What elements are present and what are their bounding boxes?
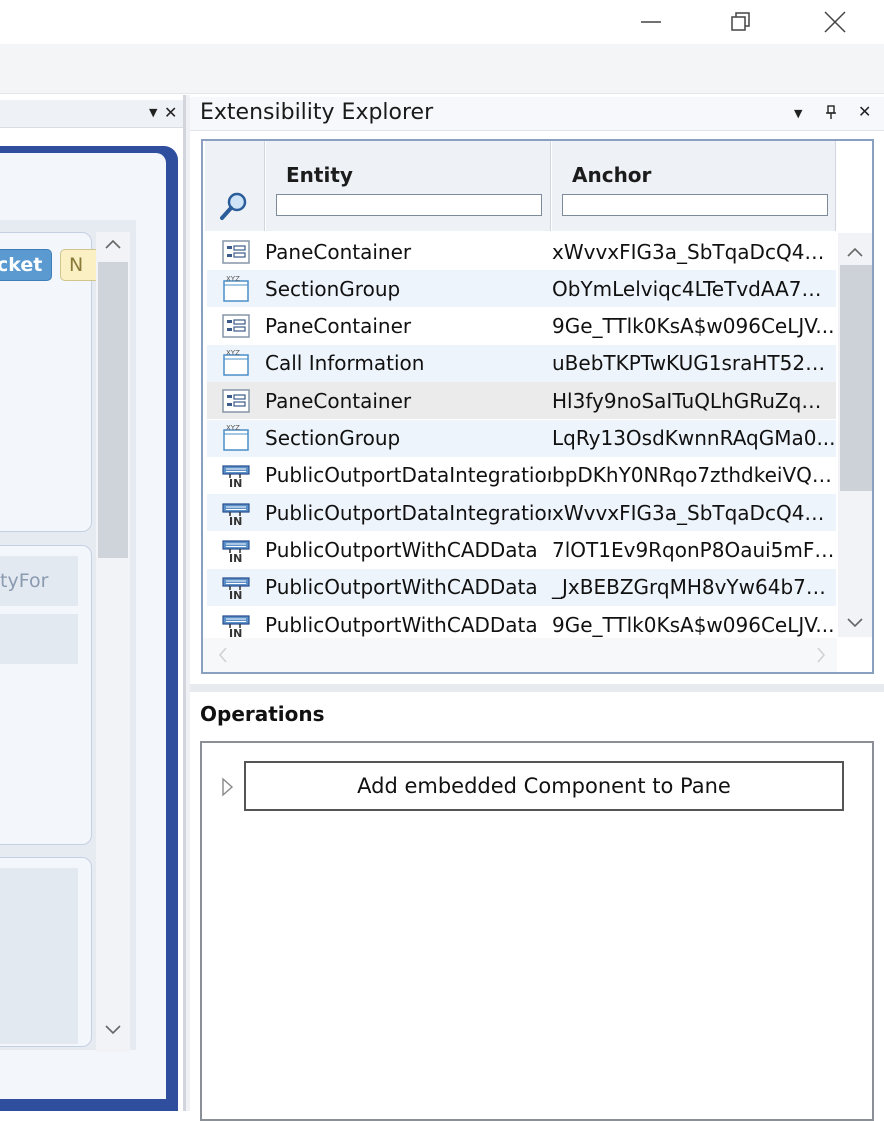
expand-arrow-icon[interactable]	[220, 777, 234, 801]
anchor-column-label: Anchor	[572, 163, 652, 187]
minimize-icon	[641, 21, 661, 23]
entity-column-header[interactable]: Entity	[266, 141, 551, 231]
anchor-cell: LqRy13OsdKwnnRAqGMa0...	[552, 426, 836, 450]
anchor-cell: xWvvxFIG3a_SbTqaDcQ4R(...	[552, 239, 836, 264]
table-row[interactable]: XYZ Call Information uBebTKPTwKUG1sraHT52H…	[207, 344, 836, 382]
grid-scroll-up-icon[interactable]	[846, 244, 864, 263]
pane-container-icon	[207, 308, 265, 345]
entity-cell: SectionGroup	[265, 276, 401, 301]
designer-scroll-up-icon[interactable]	[104, 236, 122, 255]
table-row[interactable]: IN PublicOutportDataIntegration xWvvxFIG3a…	[207, 494, 836, 532]
grid-search-header	[205, 141, 265, 231]
entity-filter-input[interactable]	[276, 194, 542, 216]
svg-text:XYZ: XYZ	[226, 349, 240, 357]
svg-text:IN: IN	[229, 589, 242, 602]
designer-scrollbar-thumb[interactable]	[98, 262, 128, 558]
svg-text:IN: IN	[229, 515, 242, 528]
anchor-cell: 7lOT1Ev9RqonP8Oaui5mF\...	[552, 537, 836, 562]
anchor-cell: _JxBEBZGrqMH8vYw64b7n...	[552, 575, 836, 600]
section-group-icon: XYZ	[207, 345, 265, 382]
entity-cell: SectionGroup	[265, 426, 401, 450]
add-embedded-component-button[interactable]: Add embedded Component to Pane	[244, 761, 844, 811]
table-row[interactable]: IN PublicOutportWithCADData _JxBEBZGrqMH8v…	[207, 568, 836, 606]
outport-icon: IN	[207, 531, 265, 568]
entity-cell: PaneContainer	[265, 388, 412, 413]
table-row[interactable]: XYZ SectionGroup ObYmLelviqc4LTeTvdAA7W...	[207, 270, 836, 308]
section-group-icon: XYZ	[207, 420, 265, 457]
anchor-cell: xWvvxFIG3a_SbTqaDcQ4R(...	[552, 500, 836, 525]
n-button[interactable]: N	[60, 249, 100, 281]
svg-text:IN: IN	[229, 477, 242, 490]
explorer-title: Extensibility Explorer	[200, 100, 434, 125]
grid-horizontal-scrollbar[interactable]	[203, 638, 837, 672]
operations-title: Operations	[200, 702, 325, 726]
entity-column-label: Entity	[286, 163, 353, 187]
table-row[interactable]: PaneContainer xWvvxFIG3a_SbTqaDcQ4R(...	[207, 233, 836, 270]
pane-splitter-highlight	[186, 95, 190, 1111]
table-row[interactable]: XYZ SectionGroup LqRy13OsdKwnnRAqGMa0...	[207, 419, 836, 457]
outport-icon: IN	[207, 494, 265, 531]
grid-vertical-scrollbar-thumb[interactable]	[840, 265, 872, 491]
entity-cell: PublicOutportWithCADData	[265, 612, 538, 637]
form-field[interactable]: tyFor	[0, 556, 78, 606]
anchor-cell: bpDKhY0NRqo7zthdkeiVQ(...	[552, 463, 836, 488]
table-row[interactable]: IN PublicOutportDataIntegration bpDKhY0NRq…	[207, 456, 836, 494]
table-row[interactable]: PaneContainer Hl3fy9noSaITuQLhGRuZqW...	[207, 382, 836, 420]
svg-text:XYZ: XYZ	[226, 424, 240, 432]
operations-splitter[interactable]	[190, 684, 884, 692]
ticket-button[interactable]: cket	[0, 249, 52, 281]
designer-pane-close-icon[interactable]: ✕	[164, 103, 177, 122]
outport-icon: IN	[207, 457, 265, 494]
minimize-button[interactable]	[628, 0, 674, 44]
section-group-icon: XYZ	[207, 270, 265, 307]
entity-cell: PaneContainer	[265, 239, 412, 264]
grid-scroll-left-icon[interactable]	[216, 646, 230, 668]
entity-cell: Call Information	[265, 351, 425, 376]
svg-text:IN: IN	[229, 552, 242, 565]
explorer-pin-icon[interactable]	[825, 104, 837, 124]
anchor-cell: uBebTKPTwKUG1sraHT52H...	[552, 351, 836, 376]
designer-pane-dropdown-icon[interactable]: ▼	[149, 106, 157, 119]
outport-icon: IN	[207, 569, 265, 606]
form-field-2[interactable]	[0, 614, 78, 664]
search-icon[interactable]	[219, 191, 249, 221]
close-window-button[interactable]	[812, 0, 858, 44]
table-row[interactable]: PaneContainer 9Ge_TTlk0KsA$w096CeLJV...	[207, 307, 836, 345]
table-row[interactable]: IN PublicOutportWithCADData 7lOT1Ev9RqonP8…	[207, 531, 836, 569]
anchor-cell: 9Ge_TTlk0KsA$w096CeLJV...	[552, 612, 835, 637]
entity-cell: PublicOutportDataIntegration	[265, 500, 551, 525]
anchor-column-header[interactable]: Anchor	[552, 141, 836, 231]
explorer-close-icon[interactable]: ✕	[858, 102, 871, 121]
form-field-3[interactable]	[0, 868, 78, 1044]
grid-scroll-right-icon[interactable]	[814, 646, 828, 668]
anchor-filter-input[interactable]	[562, 194, 828, 216]
entity-cell: PublicOutportDataIntegration	[265, 463, 551, 488]
entity-cell: PublicOutportWithCADData	[265, 575, 538, 600]
designer-scroll-down-icon[interactable]	[104, 1022, 122, 1041]
anchor-cell: 9Ge_TTlk0KsA$w096CeLJV...	[552, 314, 835, 339]
explorer-dropdown-icon[interactable]: ▼	[794, 107, 802, 120]
restore-icon	[731, 12, 750, 31]
pane-container-icon	[207, 233, 265, 270]
grid-scroll-down-icon[interactable]	[846, 615, 864, 634]
svg-text:XYZ: XYZ	[226, 275, 240, 283]
pane-container-icon	[207, 382, 265, 419]
entity-cell: PublicOutportWithCADData	[265, 537, 538, 562]
restore-button[interactable]	[718, 0, 764, 44]
anchor-cell: ObYmLelviqc4LTeTvdAA7W...	[552, 276, 836, 301]
entity-cell: PaneContainer	[265, 314, 412, 339]
anchor-cell: Hl3fy9noSaITuQLhGRuZqW...	[552, 388, 836, 413]
toolbar	[0, 44, 884, 94]
close-icon	[824, 11, 846, 33]
